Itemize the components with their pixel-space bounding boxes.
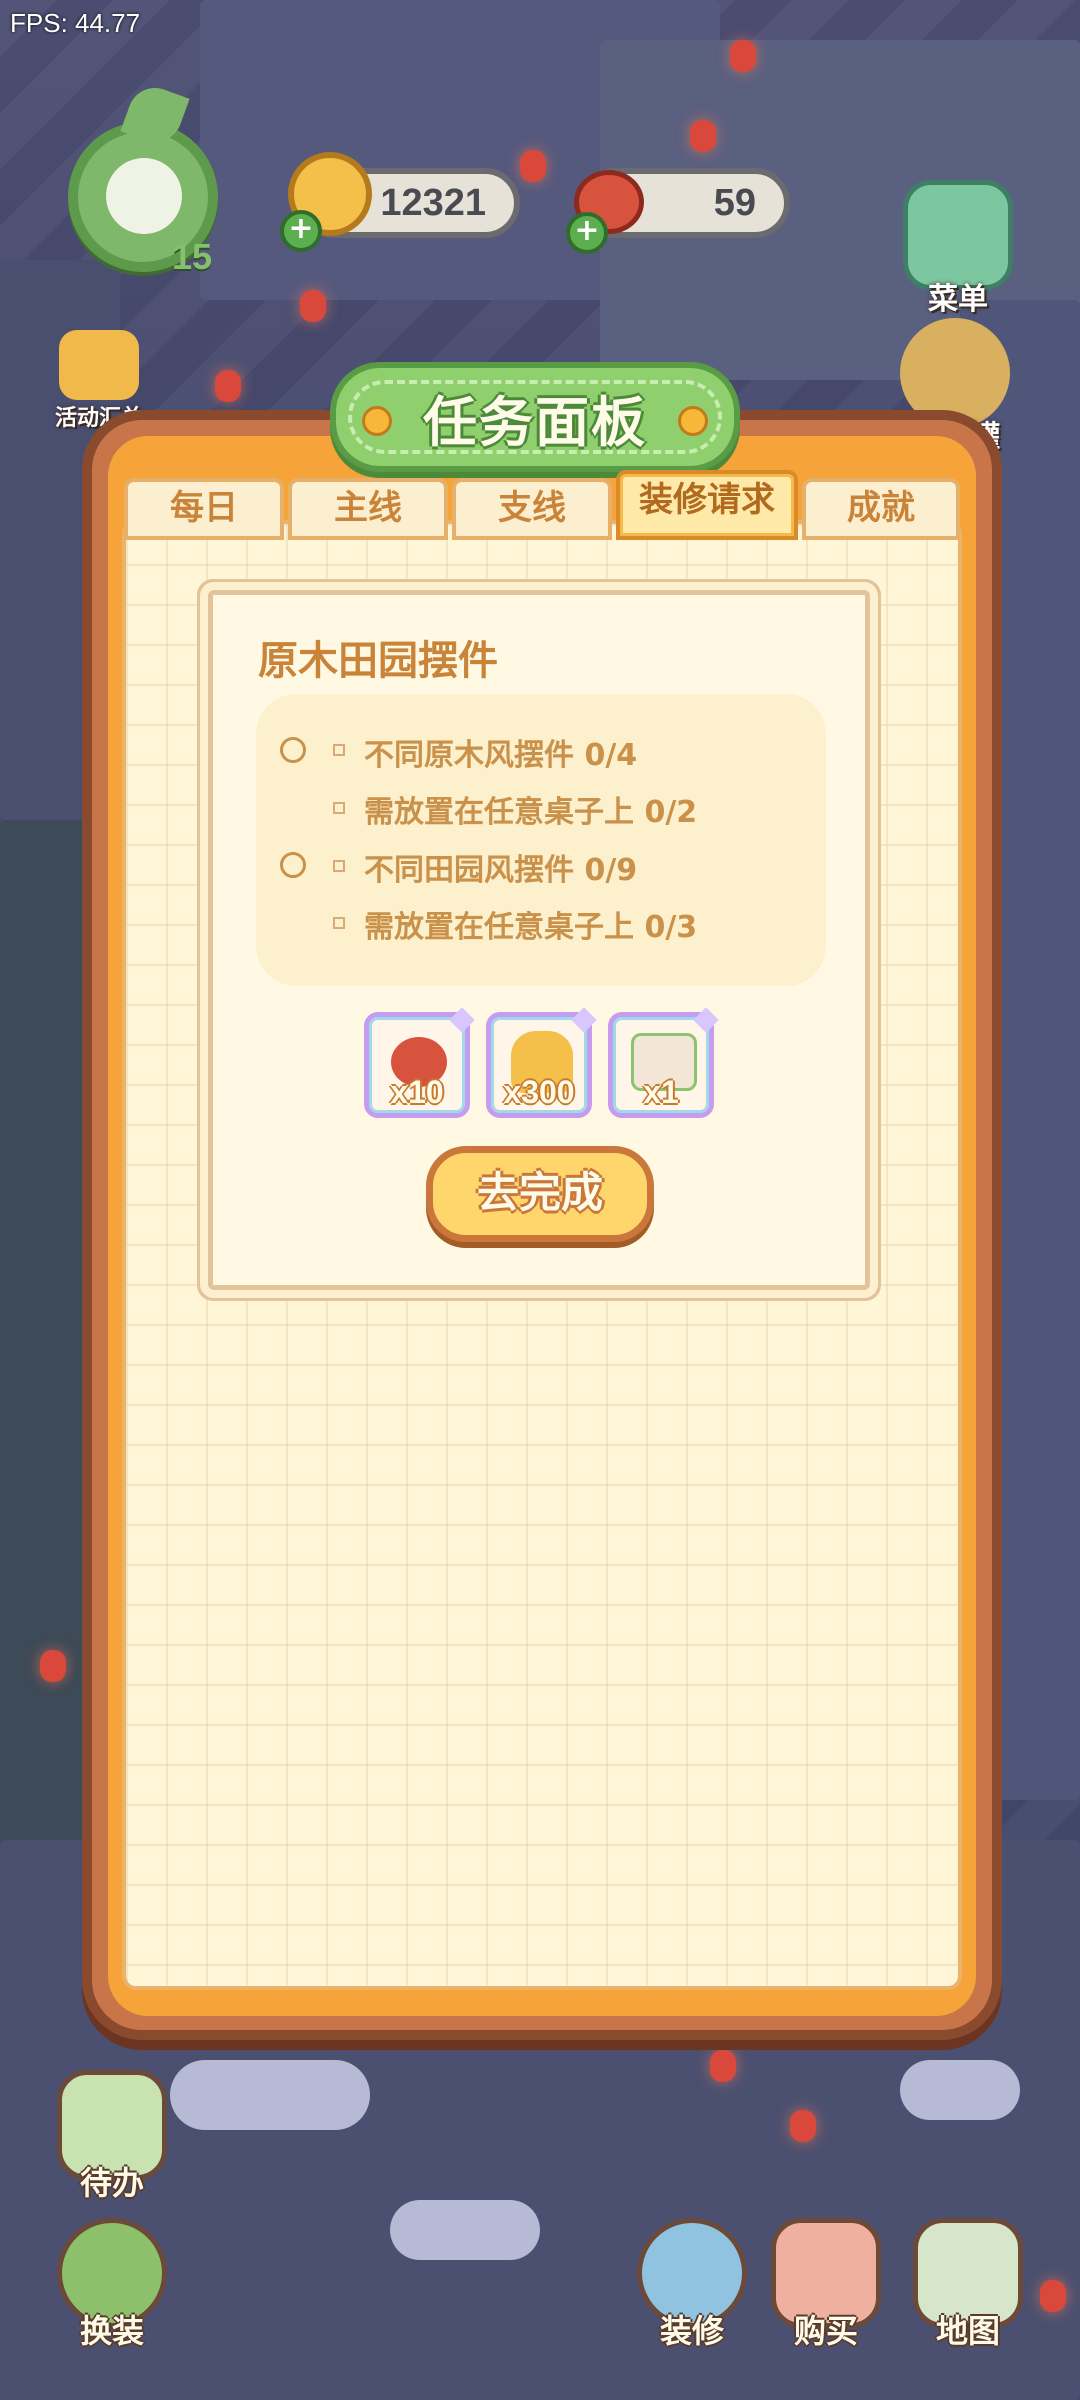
shop-button[interactable]: 购买 <box>766 2218 886 2352</box>
reward-item[interactable]: x10 <box>364 1007 475 1118</box>
panel-tabs: 每日 主线 支线 装修请求 成就 <box>124 470 960 540</box>
decorate-button[interactable]: 装修 <box>632 2218 752 2352</box>
todo-button[interactable]: 待办 <box>52 2070 172 2204</box>
fps-counter: FPS: 44.77 <box>10 8 141 38</box>
requirement-subtext: 需放置在任意桌子上 0/2 <box>364 795 698 830</box>
menu-button[interactable]: 菜单 <box>898 180 1018 318</box>
requirement-checkbox <box>280 852 306 878</box>
tab-daily[interactable]: 每日 <box>124 478 284 540</box>
tab-side[interactable]: 支线 <box>452 478 612 540</box>
reward-item[interactable]: x300 <box>486 1007 597 1118</box>
map-label: 地图 <box>935 2312 1000 2350</box>
tab-main[interactable]: 主线 <box>288 478 448 540</box>
requirement-text: 不同田园风摆件 0/9 <box>364 853 638 888</box>
reward-quantity: x10 <box>390 1074 444 1110</box>
reward-item[interactable]: x1 <box>608 1007 719 1118</box>
tab-decoration-request[interactable]: 装修请求 <box>616 470 798 540</box>
crown-icon <box>59 330 139 400</box>
coin-value: 12321 <box>380 181 486 224</box>
dress-up-button[interactable]: 换装 <box>52 2218 172 2352</box>
cherry-value: 59 <box>713 181 756 224</box>
menu-label: 菜单 <box>928 282 988 317</box>
player-level: 15 <box>172 236 213 277</box>
requirement-subtext: 需放置在任意桌子上 0/3 <box>364 910 698 945</box>
todo-label: 待办 <box>79 2164 144 2202</box>
quest-title: 原木田园摆件 <box>258 638 498 684</box>
dress-up-label: 换装 <box>79 2312 144 2350</box>
requirement-bullet-icon <box>333 744 345 756</box>
reward-quantity: x300 <box>503 1074 575 1110</box>
panel-title: 任务面板 <box>423 391 647 454</box>
requirement-bullet-icon <box>333 860 345 872</box>
requirement-bullet-icon <box>333 802 345 814</box>
decorate-label: 装修 <box>659 2312 724 2350</box>
avatar-face <box>106 158 182 234</box>
add-cherry-button[interactable]: + <box>566 212 608 254</box>
shop-label: 购买 <box>793 2312 858 2350</box>
add-coin-button[interactable]: + <box>280 210 322 252</box>
go-complete-button[interactable]: 去完成 <box>426 1146 654 1242</box>
requirement-bullet-icon <box>333 917 345 929</box>
reward-quantity: x1 <box>643 1074 679 1110</box>
map-button[interactable]: 地图 <box>908 2218 1028 2352</box>
requirement-text: 不同原木风摆件 0/4 <box>364 738 638 773</box>
requirement-checkbox <box>280 737 306 763</box>
tab-achievements[interactable]: 成就 <box>802 478 960 540</box>
